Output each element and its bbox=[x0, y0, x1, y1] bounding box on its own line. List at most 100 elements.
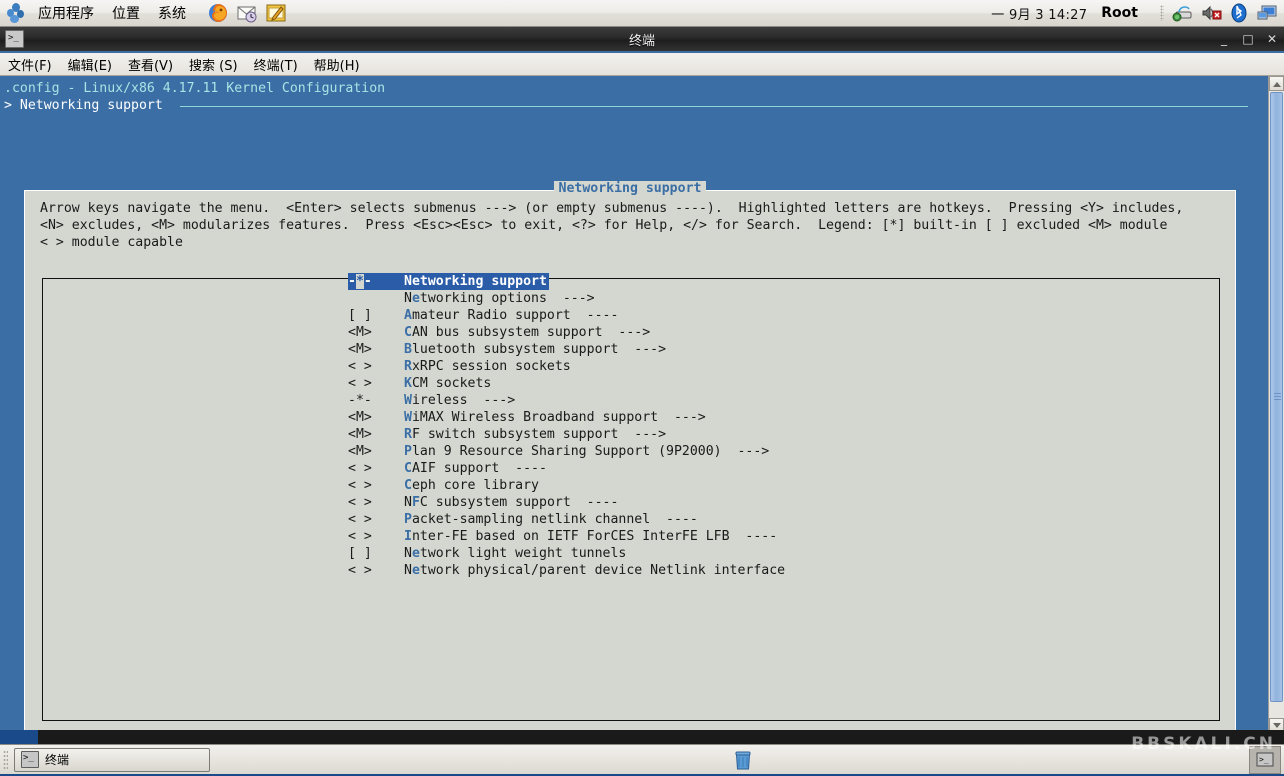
menu-item-label: Wireless ---> bbox=[404, 393, 515, 408]
menu-item-state: <M> bbox=[348, 409, 404, 426]
menu-item[interactable]: < >Ceph core library bbox=[348, 477, 785, 494]
menu-item-label: Plan 9 Resource Sharing Support (9P2000)… bbox=[404, 444, 769, 459]
menu-help[interactable]: 帮助(H) bbox=[306, 53, 368, 76]
show-desktop-button[interactable]: >_ bbox=[1249, 746, 1281, 774]
dialog-help-text: Arrow keys navigate the menu. <Enter> se… bbox=[40, 200, 1222, 251]
menu-list: -*- Networking supportNetworking options… bbox=[348, 273, 785, 579]
panel-menu-applications[interactable]: 应用程序 bbox=[29, 1, 103, 25]
menu-item[interactable]: < >Network physical/parent device Netlin… bbox=[348, 562, 785, 579]
menu-item-state: < > bbox=[348, 494, 404, 511]
kernel-config-header: .config - Linux/x86 4.17.11 Kernel Confi… bbox=[4, 81, 385, 96]
terminal-icon bbox=[21, 751, 39, 768]
menu-item-state: <M> bbox=[348, 443, 404, 460]
menu-item-label: Amateur Radio support ---- bbox=[404, 308, 618, 323]
menu-item-state: <M> bbox=[348, 324, 404, 341]
panel-launchers bbox=[207, 2, 287, 24]
panel-system-tray bbox=[1160, 3, 1278, 23]
menu-file[interactable]: 文件(F) bbox=[0, 53, 60, 76]
menu-item-label: RF switch subsystem support ---> bbox=[404, 427, 666, 442]
scroll-up-button[interactable] bbox=[1269, 76, 1284, 91]
menu-item-state: < > bbox=[348, 511, 404, 528]
menu-item-state: [ ] bbox=[348, 307, 404, 324]
dialog-title: Networking support bbox=[24, 181, 1236, 196]
panel-menu-system[interactable]: 系统 bbox=[149, 1, 195, 25]
taskbar-window-label: 终端 bbox=[45, 751, 69, 768]
menu-edit[interactable]: 编辑(E) bbox=[60, 53, 120, 76]
scrollbar-thumb[interactable] bbox=[1270, 92, 1283, 702]
menu-item[interactable]: -*- Networking support bbox=[348, 273, 549, 290]
menu-item-label: Packet-sampling netlink channel ---- bbox=[404, 512, 698, 527]
menu-item-label: RxRPC session sockets bbox=[404, 359, 571, 374]
taskbar-grip-handle[interactable] bbox=[3, 750, 8, 770]
menu-item[interactable]: < >NFC subsystem support ---- bbox=[348, 494, 785, 511]
menu-item-state: <M> bbox=[348, 426, 404, 443]
menu-item-label: Bluetooth subsystem support ---> bbox=[404, 342, 666, 357]
bluetooth-icon[interactable] bbox=[1228, 3, 1250, 23]
menu-item[interactable]: <M>WiMAX Wireless Broadband support ---> bbox=[348, 409, 785, 426]
menu-item-state: < > bbox=[348, 477, 404, 494]
panel-clock[interactable]: 一 9月 3 14:27 bbox=[991, 4, 1087, 23]
menu-item[interactable]: <M>CAN bus subsystem support ---> bbox=[348, 324, 785, 341]
menu-item-state: < > bbox=[348, 460, 404, 477]
trash-icon[interactable] bbox=[730, 748, 756, 772]
menu-item[interactable]: <M>Bluetooth subsystem support ---> bbox=[348, 341, 785, 358]
terminal-canvas[interactable]: .config - Linux/x86 4.17.11 Kernel Confi… bbox=[0, 76, 1284, 733]
minimize-button[interactable]: _ bbox=[1218, 32, 1230, 46]
window-title: 终端 bbox=[0, 30, 1284, 49]
menu-item-label: Ceph core library bbox=[404, 478, 539, 493]
menu-item-state: < > bbox=[348, 562, 404, 579]
gnome-taskbar: 终端 >_ BBSKALI.CN bbox=[0, 744, 1284, 774]
terminal-scrollbar[interactable] bbox=[1268, 76, 1284, 733]
menu-item-state: < > bbox=[348, 358, 404, 375]
menu-item-label: Network physical/parent device Netlink i… bbox=[404, 563, 785, 578]
text-editor-icon[interactable] bbox=[265, 2, 287, 24]
maximize-button[interactable]: □ bbox=[1242, 32, 1254, 46]
gnome-foot-icon bbox=[5, 2, 27, 24]
evolution-mail-icon[interactable] bbox=[236, 2, 258, 24]
display-icon[interactable] bbox=[1256, 3, 1278, 23]
panel-menu-places[interactable]: 位置 bbox=[103, 1, 149, 25]
window-menubar: 文件(F) 编辑(E) 查看(V) 搜索 (S) 终端(T) 帮助(H) bbox=[0, 53, 1284, 76]
menu-item[interactable]: [ ]Amateur Radio support ---- bbox=[348, 307, 785, 324]
menu-item[interactable]: <M>RF switch subsystem support ---> bbox=[348, 426, 785, 443]
menu-item-state: -*- bbox=[348, 273, 404, 290]
desktop-strip bbox=[0, 730, 1284, 744]
menu-item-label: NFC subsystem support ---- bbox=[404, 495, 618, 510]
breadcrumb-rule bbox=[180, 106, 1248, 107]
menuconfig-dialog: Networking support Arrow keys navigate t… bbox=[24, 190, 1236, 733]
menu-item[interactable]: [ ]Network light weight tunnels bbox=[348, 545, 785, 562]
menu-item-label: WiMAX Wireless Broadband support ---> bbox=[404, 410, 706, 425]
menu-item-label: Network light weight tunnels bbox=[404, 546, 626, 561]
window-titlebar[interactable]: 终端 _ □ ✕ bbox=[0, 27, 1284, 53]
menu-item[interactable]: < >RxRPC session sockets bbox=[348, 358, 785, 375]
kernel-config-breadcrumb: > Networking support bbox=[4, 98, 163, 113]
menu-item-label: KCM sockets bbox=[404, 376, 491, 391]
menu-item[interactable]: Networking options ---> bbox=[348, 290, 785, 307]
svg-text:>_: >_ bbox=[1259, 755, 1269, 764]
menu-item-state: <M> bbox=[348, 341, 404, 358]
menu-item[interactable]: <M>Plan 9 Resource Sharing Support (9P20… bbox=[348, 443, 785, 460]
firefox-icon[interactable] bbox=[207, 2, 229, 24]
taskbar-window-terminal[interactable]: 终端 bbox=[14, 748, 210, 772]
menu-item-label: CAN bus subsystem support ---> bbox=[404, 325, 650, 340]
tray-grip-handle[interactable] bbox=[1160, 5, 1164, 21]
menu-item[interactable]: < >Packet-sampling netlink channel ---- bbox=[348, 511, 785, 528]
menu-terminal[interactable]: 终端(T) bbox=[246, 53, 306, 76]
menu-item[interactable]: < >KCM sockets bbox=[348, 375, 785, 392]
menu-view[interactable]: 查看(V) bbox=[120, 53, 181, 76]
menu-item-label: CAIF support ---- bbox=[404, 461, 547, 476]
menu-item-state: -*- bbox=[348, 392, 404, 409]
menu-search[interactable]: 搜索 (S) bbox=[181, 53, 246, 76]
menu-item-state: < > bbox=[348, 375, 404, 392]
menu-item[interactable]: < >Inter-FE based on IETF ForCES InterFE… bbox=[348, 528, 785, 545]
menu-item-state: [ ] bbox=[348, 545, 404, 562]
panel-user-name[interactable]: Root bbox=[1101, 5, 1138, 21]
menu-list-box: -*- Networking supportNetworking options… bbox=[42, 278, 1220, 721]
terminal-icon bbox=[5, 30, 24, 48]
close-button[interactable]: ✕ bbox=[1266, 32, 1278, 46]
volume-muted-icon[interactable] bbox=[1200, 3, 1222, 23]
network-icon[interactable] bbox=[1172, 3, 1194, 23]
menu-item-label: Networking support bbox=[404, 274, 547, 289]
menu-item[interactable]: -*-Wireless ---> bbox=[348, 392, 785, 409]
menu-item[interactable]: < >CAIF support ---- bbox=[348, 460, 785, 477]
